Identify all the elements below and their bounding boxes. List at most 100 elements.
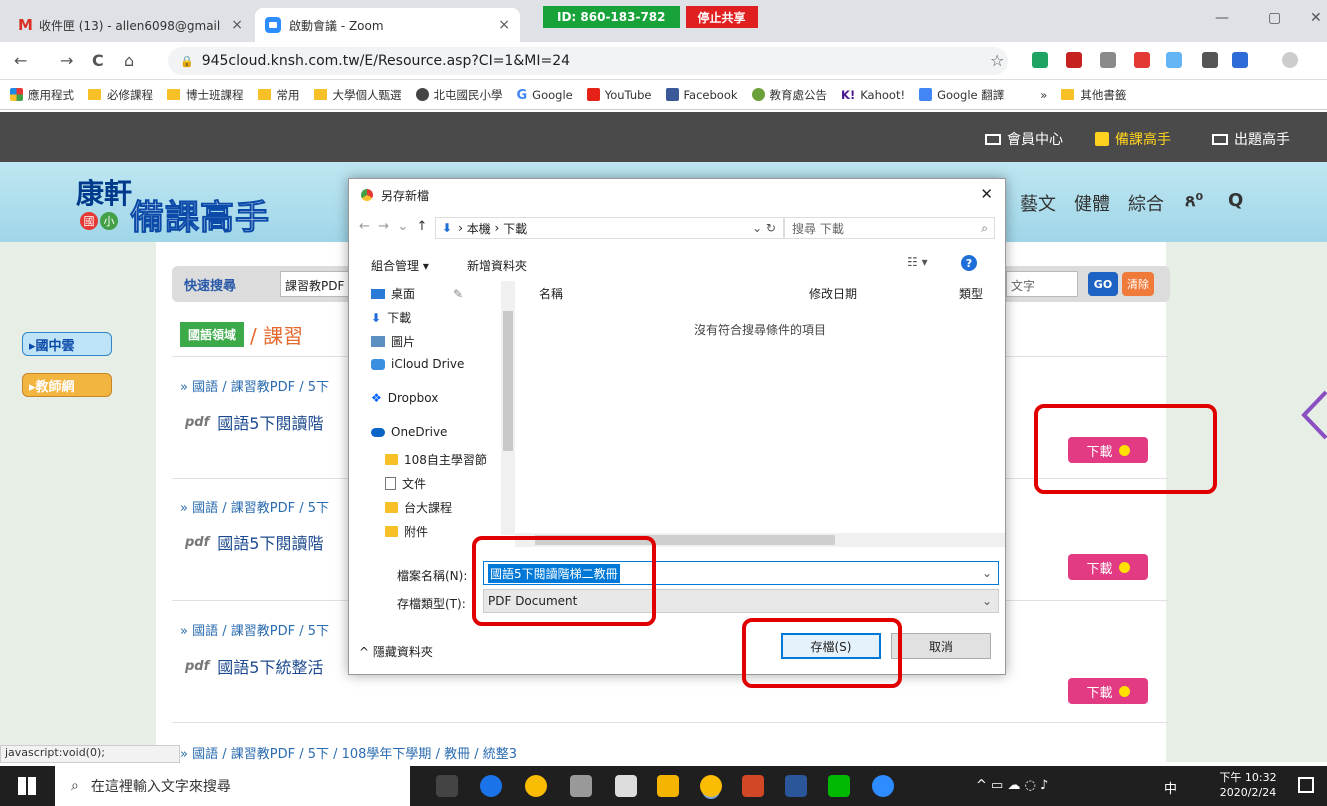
nav-arts[interactable]: 藝文: [1020, 190, 1056, 216]
member-link[interactable]: 會員中心: [985, 129, 1063, 149]
bookmark-link[interactable]: Facebook: [665, 88, 738, 102]
tree-item-folder[interactable]: 附件: [385, 523, 428, 540]
extension-icon[interactable]: [1166, 52, 1182, 68]
download-button[interactable]: 下載: [1068, 678, 1148, 704]
chrome-icon[interactable]: [525, 775, 547, 797]
tray-icons[interactable]: ^ ▭ ☁ ◌ ♪: [976, 778, 1048, 793]
clear-button[interactable]: 清除: [1122, 272, 1154, 296]
tab-zoom[interactable]: 啟動會議 - Zoom ×: [255, 8, 520, 42]
bookmarks-overflow[interactable]: »: [1040, 88, 1047, 102]
ime-indicator[interactable]: 中: [1164, 778, 1177, 797]
row-breadcrumb[interactable]: » 國語 / 課習教PDF / 5下: [180, 376, 329, 395]
extension-icon[interactable]: [1134, 52, 1150, 68]
go-button[interactable]: GO: [1088, 272, 1118, 296]
bookmark-link[interactable]: G Google: [517, 88, 573, 104]
path-segment[interactable]: 下載: [503, 220, 527, 237]
tab-close-icon[interactable]: ×: [231, 17, 243, 33]
profile-avatar[interactable]: [1282, 52, 1298, 68]
help-icon[interactable]: ?: [961, 255, 977, 271]
extension-icon[interactable]: [1202, 52, 1218, 68]
tree-item-dropbox[interactable]: ❖ Dropbox: [371, 391, 438, 405]
gmail-ext-icon[interactable]: [1066, 52, 1082, 68]
chevron-down-icon[interactable]: ⌄: [982, 594, 992, 608]
drive-icon[interactable]: [1032, 52, 1048, 68]
bookmark-apps[interactable]: 應用程式: [10, 87, 74, 103]
resource-title[interactable]: pdf 國語5下閱讀階: [185, 410, 323, 434]
row-breadcrumb[interactable]: » 國語 / 課習教PDF / 5下: [180, 497, 329, 516]
windows-start-icon[interactable]: [18, 777, 36, 795]
bookmark-link[interactable]: YouTube: [586, 88, 652, 102]
tree-item-pictures[interactable]: 圖片: [371, 333, 415, 350]
bookmark-folder[interactable]: 博士班課程: [167, 87, 244, 103]
new-folder-button[interactable]: 新增資料夾: [467, 257, 527, 274]
restore-button[interactable]: ▢: [1268, 10, 1281, 26]
chrome-icon[interactable]: [700, 775, 722, 797]
tree-item-folder[interactable]: 108自主學習節: [385, 451, 487, 468]
word-icon[interactable]: [785, 775, 807, 797]
bookmark-folder[interactable]: 必修課程: [88, 87, 153, 103]
edge-icon[interactable]: [480, 775, 502, 797]
tab-close-icon[interactable]: ×: [498, 17, 510, 33]
bookmark-link[interactable]: Google 翻譯: [919, 87, 1004, 103]
view-options-icon[interactable]: ☷ ▾: [907, 255, 928, 269]
search-icon[interactable]: Q: [1228, 190, 1243, 211]
tree-item-folder[interactable]: 台大課程: [385, 499, 452, 516]
dialog-nav-arrows[interactable]: ← → ⌄ ↑: [359, 219, 427, 234]
bookmark-link[interactable]: 教育處公告: [751, 87, 827, 103]
extension-icon[interactable]: [1100, 52, 1116, 68]
nav-health[interactable]: 健體: [1074, 190, 1110, 216]
back-button[interactable]: ←: [14, 51, 27, 70]
row-breadcrumb[interactable]: » 國語 / 課習教PDF / 5下: [180, 620, 329, 639]
clock-time[interactable]: 下午 10:32: [1216, 769, 1280, 785]
tree-item-documents[interactable]: 文件: [385, 475, 426, 492]
mail-icon[interactable]: [615, 775, 637, 797]
chevron-left-icon[interactable]: [1300, 390, 1327, 440]
folder-icon[interactable]: [657, 775, 679, 797]
cancel-button[interactable]: 取消: [891, 633, 991, 659]
download-button[interactable]: 下載: [1068, 554, 1148, 580]
chevron-down-icon[interactable]: ⌄: [982, 566, 992, 580]
tree-item-icloud[interactable]: iCloud Drive: [371, 357, 464, 371]
search-text-input[interactable]: 文字: [1006, 271, 1078, 297]
home-button[interactable]: ⌂: [124, 51, 134, 70]
nav-integrated[interactable]: 綜合: [1128, 190, 1164, 216]
organize-menu[interactable]: 組合管理 ▾: [371, 257, 429, 274]
stop-share-button[interactable]: 停止共享: [685, 6, 758, 28]
gear-icon[interactable]: [436, 775, 458, 797]
column-name[interactable]: 名稱: [539, 285, 563, 302]
dialog-close-button[interactable]: ✕: [980, 185, 993, 203]
notification-icon[interactable]: [1298, 777, 1314, 793]
resource-title[interactable]: pdf 國語5下閱讀階: [185, 530, 323, 554]
powerpoint-icon[interactable]: [742, 775, 764, 797]
bookmark-link[interactable]: K! Kahoot!: [841, 88, 905, 103]
extension-icon[interactable]: [1232, 52, 1248, 68]
column-type[interactable]: 類型: [959, 285, 983, 302]
path-segment[interactable]: 本機: [467, 220, 491, 237]
resource-title[interactable]: pdf 國語5下統整活: [185, 654, 323, 678]
hide-folders-toggle[interactable]: ^ 隱藏資料夾: [359, 643, 433, 660]
bookmark-folder[interactable]: 常用: [257, 87, 300, 103]
tree-item-onedrive[interactable]: OneDrive: [371, 425, 447, 439]
junior-cloud-button[interactable]: ▸國中雲: [22, 332, 112, 356]
row-breadcrumb[interactable]: » 國語 / 課習教PDF / 5下 / 108學年下學期 / 教冊 / 統整3: [180, 743, 517, 762]
bookmark-link[interactable]: 北屯國民小學: [415, 87, 503, 103]
star-icon[interactable]: ☆: [990, 51, 1004, 70]
teacher-net-button[interactable]: ▸教師網: [22, 373, 112, 397]
tree-scrollbar[interactable]: [501, 281, 515, 535]
bookmark-folder[interactable]: 其他書籤: [1061, 87, 1126, 103]
zoom-icon[interactable]: [872, 775, 894, 797]
close-window-button[interactable]: ✕: [1310, 10, 1322, 26]
user-icon[interactable]: ጸ⁰: [1185, 190, 1203, 211]
app-icon[interactable]: [570, 775, 592, 797]
tree-item-desktop[interactable]: 桌面 ✎: [371, 285, 463, 302]
prep-link[interactable]: 備課高手: [1095, 129, 1171, 149]
taskbar-search[interactable]: ⌕ 在這裡輸入文字來搜尋: [55, 766, 410, 806]
dialog-search-input[interactable]: 搜尋 下載 ⌕: [783, 217, 995, 239]
line-icon[interactable]: [828, 775, 850, 797]
path-bar[interactable]: ⬇ › 本機 › 下載 ⌄ ↻: [435, 217, 785, 239]
quiz-link[interactable]: 出題高手: [1212, 129, 1290, 149]
path-dropdown-icon[interactable]: ⌄ ↻: [752, 221, 776, 235]
forward-button[interactable]: →: [60, 51, 73, 70]
bookmark-folder[interactable]: 大學個人甄選: [313, 87, 402, 103]
tab-gmail[interactable]: M 收件匣 (13) - allen6098@gmail ×: [8, 8, 253, 42]
